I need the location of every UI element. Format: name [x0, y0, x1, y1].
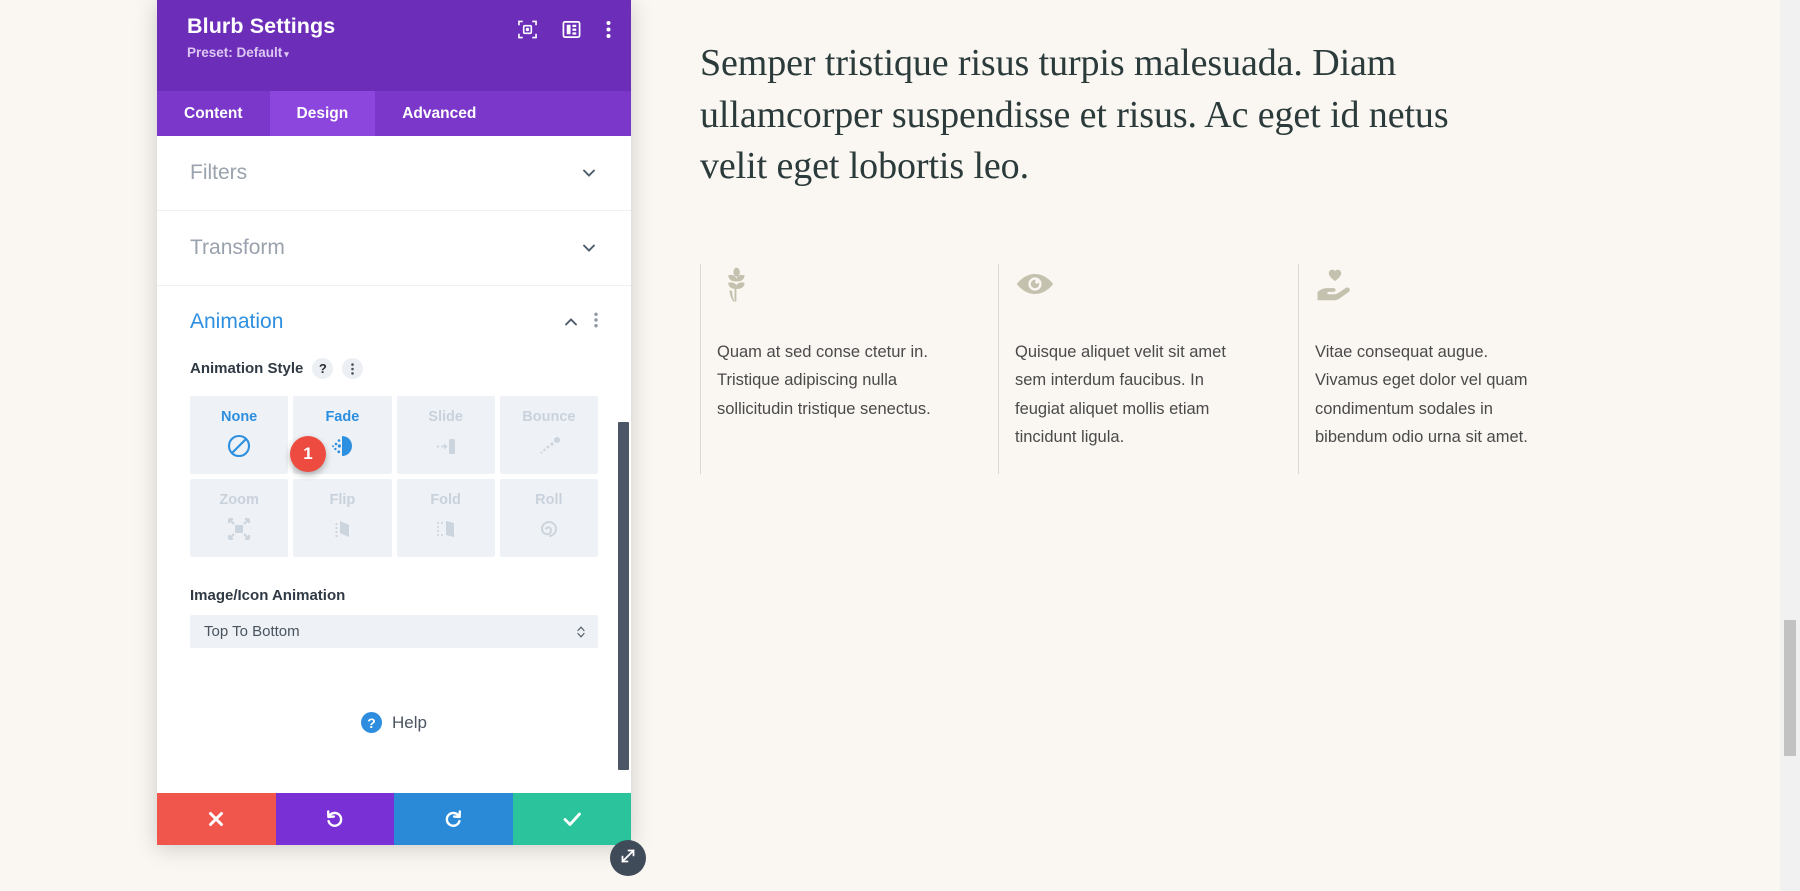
section-animation-label: Animation: [190, 310, 284, 333]
section-more-options-icon[interactable]: [594, 312, 598, 333]
tab-content[interactable]: Content: [157, 91, 270, 136]
eye-icon: [1015, 264, 1055, 304]
page-scrollbar-track: [1780, 0, 1800, 891]
resize-arrows-icon: [619, 847, 637, 870]
animation-option-none[interactable]: None: [190, 396, 289, 474]
tab-bar: Content Design Advanced: [157, 91, 631, 136]
help-button[interactable]: ? Help: [190, 712, 598, 733]
animation-option-label: Bounce: [522, 409, 576, 425]
save-button[interactable]: [512, 793, 631, 845]
chevron-down-icon: [580, 164, 598, 182]
chevron-up-icon[interactable]: [562, 313, 580, 331]
section-animation-controls: [562, 312, 598, 333]
annotation-badge-1: 1: [290, 436, 326, 472]
field-more-options-icon[interactable]: [342, 358, 364, 379]
leaf-icon: [717, 264, 757, 304]
animation-option-label: Slide: [428, 409, 463, 425]
animation-option-zoom[interactable]: Zoom: [190, 479, 289, 557]
animation-option-fold[interactable]: Fold: [396, 479, 495, 557]
resize-handle[interactable]: [610, 840, 646, 876]
zoom-icon: [224, 514, 254, 544]
animation-option-roll[interactable]: Roll: [499, 479, 598, 557]
animation-option-label: Zoom: [219, 492, 259, 508]
animation-option-flip[interactable]: Flip: [293, 479, 392, 557]
settings-panel-body: Filters Transform Animation Animation St…: [157, 136, 631, 793]
flip-icon: [327, 514, 357, 544]
blurb-item[interactable]: Quisque aliquet velit sit amet sem inter…: [998, 264, 1298, 474]
help-icon[interactable]: ?: [312, 358, 334, 379]
blurb-text: Quam at sed conse ctetur in. Tristique a…: [717, 343, 931, 418]
bounce-icon: [534, 431, 564, 461]
section-filters-label: Filters: [190, 161, 248, 184]
preset-selector[interactable]: Preset: Default ▾: [187, 45, 609, 60]
blurb-item[interactable]: Quam at sed conse ctetur in. Tristique a…: [700, 264, 998, 474]
close-icon: [206, 809, 226, 829]
blurb-item[interactable]: Vitae consequat augue. Vivamus eget dolo…: [1298, 264, 1578, 474]
blurb-text: Vitae consequat augue. Vivamus eget dolo…: [1315, 343, 1528, 447]
help-label: Help: [392, 712, 427, 732]
panel-scrollbar-thumb[interactable]: [618, 422, 629, 770]
no-entry-icon: [224, 431, 254, 461]
chevron-up-down-icon: [576, 625, 586, 639]
help-icon: ?: [361, 712, 383, 733]
section-filters[interactable]: Filters: [157, 136, 631, 211]
modal-header: Blurb Settings Preset: Default ▾: [157, 0, 631, 91]
chevron-down-icon: [580, 239, 598, 257]
blurb-row: Quam at sed conse ctetur in. Tristique a…: [700, 264, 1580, 474]
animation-style-field: Animation Style ? None Fade Slide Bounce…: [157, 358, 631, 733]
fade-icon: [327, 431, 357, 461]
animation-option-label: None: [221, 409, 258, 425]
heart-hand-icon: [1315, 264, 1355, 304]
roll-icon: [534, 514, 564, 544]
modal-footer: [157, 793, 631, 845]
more-options-icon[interactable]: [606, 20, 611, 39]
preset-label: Preset: Default: [187, 44, 283, 60]
page-scrollbar-thumb[interactable]: [1784, 620, 1796, 756]
section-transform-label: Transform: [190, 236, 285, 259]
animation-option-label: Fade: [325, 409, 360, 425]
image-icon-animation-select[interactable]: Top To Bottom: [190, 615, 598, 648]
tab-advanced[interactable]: Advanced: [375, 91, 503, 136]
blurb-settings-modal: Blurb Settings Preset: Default ▾ Content…: [157, 0, 631, 845]
layout-icon[interactable]: [562, 20, 581, 39]
animation-style-grid: None Fade Slide Bounce Zoom Flip Fold Ro…: [190, 396, 598, 557]
undo-icon: [324, 808, 346, 830]
redo-icon: [442, 808, 464, 830]
animation-option-label: Fold: [430, 492, 461, 508]
screen: Semper tristique risus turpis malesuada.…: [0, 0, 1800, 891]
check-icon: [561, 808, 583, 830]
image-icon-animation-value: Top To Bottom: [204, 623, 300, 640]
animation-style-label-row: Animation Style ?: [190, 358, 598, 379]
image-icon-animation-label: Image/Icon Animation: [190, 587, 346, 604]
animation-option-bounce[interactable]: Bounce: [499, 396, 598, 474]
redo-button[interactable]: [394, 793, 513, 845]
animation-option-label: Roll: [535, 492, 563, 508]
animation-style-label: Animation Style: [190, 360, 304, 377]
tab-design[interactable]: Design: [269, 91, 376, 136]
section-animation-header[interactable]: Animation: [157, 286, 631, 334]
cancel-button[interactable]: [157, 793, 276, 845]
blurb-text: Quisque aliquet velit sit amet sem inter…: [1015, 343, 1226, 447]
slide-icon: [431, 431, 461, 461]
chevron-down-icon: ▾: [284, 48, 289, 59]
fold-icon: [431, 514, 461, 544]
undo-button[interactable]: [275, 793, 394, 845]
focus-icon[interactable]: [518, 20, 537, 39]
page-heading: Semper tristique risus turpis malesuada.…: [700, 42, 1449, 188]
header-icon-group: [518, 20, 611, 39]
section-transform[interactable]: Transform: [157, 211, 631, 286]
animation-option-label: Flip: [329, 492, 356, 508]
animation-option-slide[interactable]: Slide: [396, 396, 495, 474]
